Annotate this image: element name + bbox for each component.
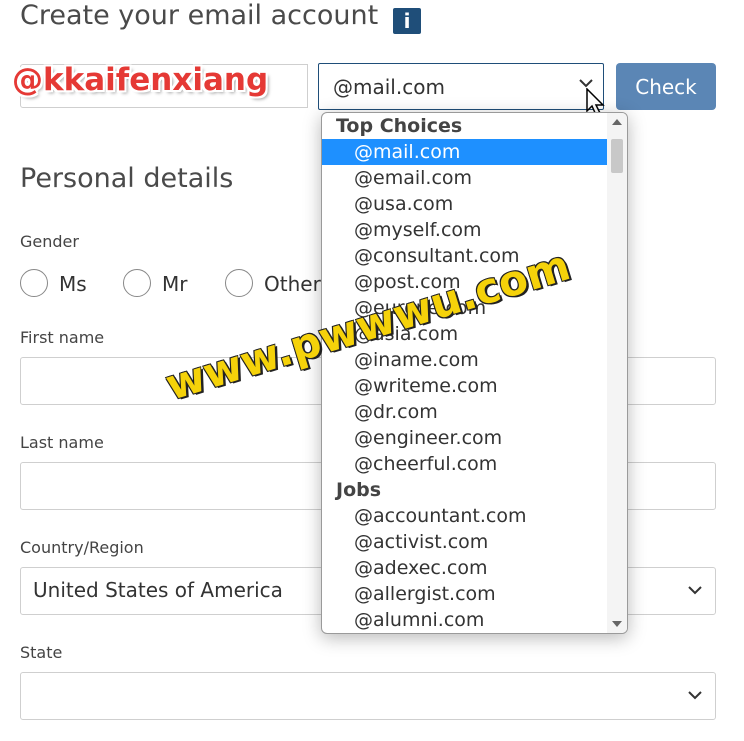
- dropdown-scrollbar[interactable]: [607, 113, 627, 633]
- dropdown-option[interactable]: @mail.com: [322, 139, 607, 165]
- dropdown-group-top-choices: Top Choices: [336, 115, 463, 137]
- dropdown-option[interactable]: @activist.com: [322, 529, 607, 555]
- chevron-down-icon: [688, 691, 702, 700]
- dropdown-option[interactable]: @cheerful.com: [322, 451, 607, 477]
- info-icon[interactable]: i: [393, 8, 421, 34]
- state-select[interactable]: [20, 672, 716, 720]
- dropdown-group-jobs: Jobs: [336, 479, 382, 501]
- gender-radio-mr[interactable]: [123, 269, 151, 297]
- personal-details-heading: Personal details: [20, 163, 234, 194]
- domain-select[interactable]: @mail.com: [318, 63, 604, 110]
- country-select-value: United States of America: [33, 578, 283, 602]
- scroll-down-arrow-icon[interactable]: [612, 621, 622, 627]
- dropdown-option[interactable]: @usa.com: [322, 191, 607, 217]
- last-name-label: Last name: [20, 433, 104, 452]
- dropdown-option[interactable]: @writeme.com: [322, 373, 607, 399]
- page-title: Create your email account: [20, 0, 379, 31]
- dropdown-option[interactable]: @dr.com: [322, 399, 607, 425]
- dropdown-option[interactable]: @allergist.com: [322, 581, 607, 607]
- dropdown-option[interactable]: @accountant.com: [322, 503, 607, 529]
- dropdown-option[interactable]: @myself.com: [322, 217, 607, 243]
- gender-other-label: Other: [264, 272, 321, 296]
- domain-select-value: @mail.com: [333, 75, 445, 99]
- check-button[interactable]: Check: [616, 63, 716, 110]
- first-name-label: First name: [20, 328, 105, 347]
- scrollbar-thumb[interactable]: [611, 139, 623, 173]
- state-label: State: [20, 643, 63, 662]
- country-label: Country/Region: [20, 538, 144, 557]
- dropdown-option[interactable]: @email.com: [322, 165, 607, 191]
- gender-mr-label: Mr: [162, 272, 188, 296]
- scroll-up-arrow-icon[interactable]: [612, 119, 622, 125]
- gender-radio-other[interactable]: [225, 269, 253, 297]
- chevron-down-icon: [688, 586, 702, 595]
- dropdown-option[interactable]: @engineer.com: [322, 425, 607, 451]
- gender-label: Gender: [20, 232, 79, 251]
- gender-radio-ms[interactable]: [20, 269, 48, 297]
- domain-dropdown-list[interactable]: Top Choices @mail.com @email.com @usa.co…: [321, 112, 628, 634]
- dropdown-option[interactable]: @alumni.com: [322, 607, 607, 633]
- username-watermark: @kkaifenxiang: [12, 62, 269, 98]
- gender-ms-label: Ms: [59, 272, 87, 296]
- dropdown-option[interactable]: @adexec.com: [322, 555, 607, 581]
